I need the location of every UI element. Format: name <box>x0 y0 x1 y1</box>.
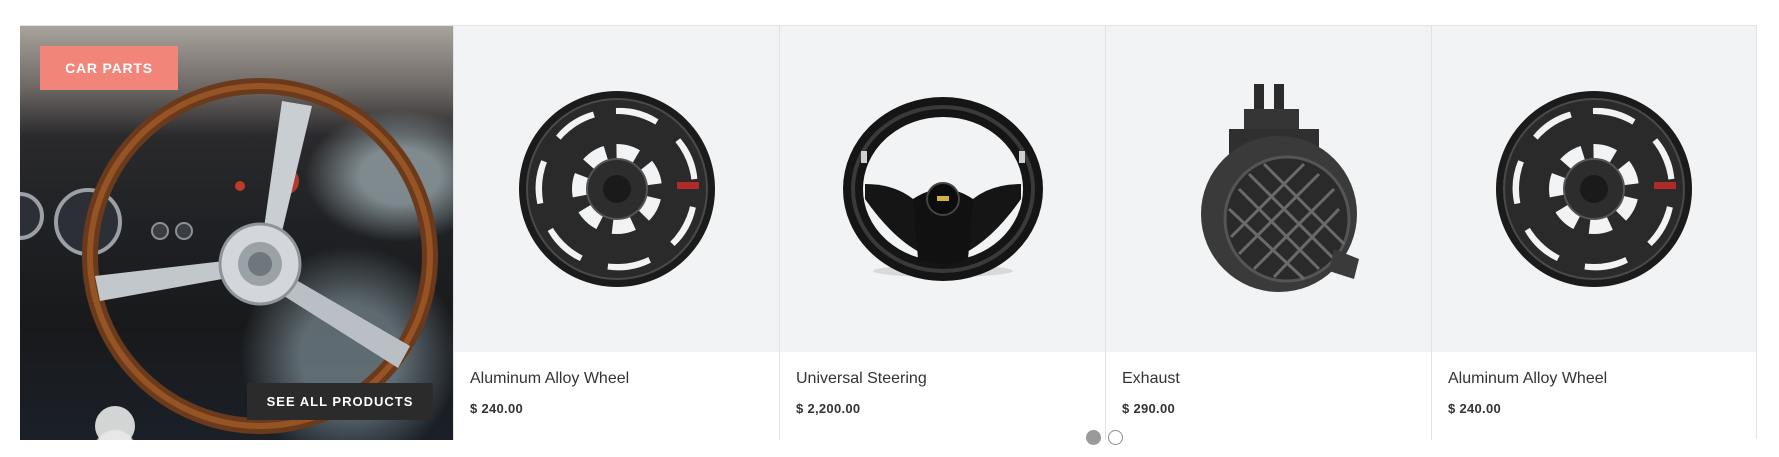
car-parts-banner[interactable]: CAR PARTS SEE ALL PRODUCTS <box>20 26 453 440</box>
product-price: $ 240.00 <box>470 401 524 416</box>
product-image[interactable] <box>454 26 779 352</box>
carousel-pagination <box>1086 430 1123 445</box>
product-image[interactable] <box>1106 26 1431 352</box>
product-name[interactable]: Aluminum Alloy Wheel <box>470 370 779 388</box>
product-price: $ 240.00 <box>1448 401 1502 416</box>
product-image[interactable] <box>780 26 1105 352</box>
category-badge[interactable]: CAR PARTS <box>40 46 178 90</box>
product-image[interactable] <box>1432 26 1756 352</box>
product-price: $ 2,200.00 <box>796 401 861 416</box>
product-price: $ 290.00 <box>1122 401 1176 416</box>
exhaust-part-icon <box>1200 84 1359 292</box>
carousel-dot-2[interactable] <box>1108 430 1123 445</box>
product-card[interactable]: Aluminum Alloy Wheel $ 240.00 <box>1431 26 1756 440</box>
product-name[interactable]: Aluminum Alloy Wheel <box>1448 370 1756 388</box>
alloy-wheel-icon <box>518 91 715 287</box>
product-name[interactable]: Exhaust <box>1122 370 1431 388</box>
product-card[interactable]: Universal Steering $ 2,200.00 <box>779 26 1105 440</box>
alloy-wheel-icon <box>1496 91 1692 287</box>
product-card[interactable]: Exhaust $ 290.00 <box>1105 26 1431 440</box>
product-name[interactable]: Universal Steering <box>796 370 1105 388</box>
carousel-dot-1[interactable] <box>1086 430 1101 445</box>
product-card[interactable]: Aluminum Alloy Wheel $ 240.00 <box>453 26 779 440</box>
see-all-products-button[interactable]: SEE ALL PRODUCTS <box>247 383 433 420</box>
car-parts-section: CAR PARTS SEE ALL PRODUCTS Aluminum Allo… <box>20 25 1757 440</box>
steering-wheel-icon <box>842 97 1043 281</box>
